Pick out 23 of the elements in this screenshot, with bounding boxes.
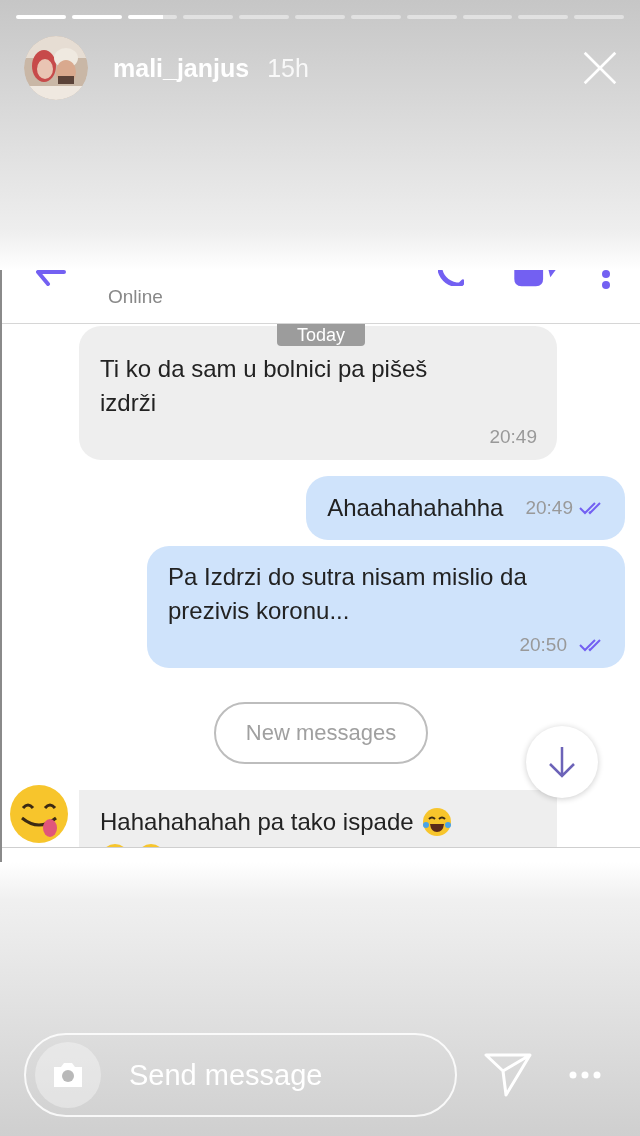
message-time: 20:50 (519, 634, 567, 656)
message-text: Ahaahahahahha (327, 493, 504, 523)
smiling-face-icon (9, 784, 69, 844)
message-time: 20:49 (489, 426, 537, 448)
down-arrow-icon (547, 746, 577, 778)
more-icon (602, 270, 610, 290)
close-icon[interactable] (582, 50, 618, 86)
back-arrow-icon (36, 270, 66, 286)
message-text: Hahahahahah pa tako ispade (100, 807, 414, 837)
send-icon[interactable] (484, 1053, 532, 1097)
date-label: Today (277, 324, 365, 346)
message-text: Ti ko da sam u bolnici pa pišeš izdrži (100, 355, 428, 416)
video-camera-icon (512, 270, 558, 288)
contact-status: Online (108, 286, 163, 308)
camera-button[interactable] (35, 1042, 101, 1108)
scroll-down-button[interactable] (526, 726, 598, 798)
more-icon[interactable] (569, 1071, 601, 1079)
message-text: Pa Izdrzi do sutra nisam mislio da prezivis koronu... (168, 563, 527, 624)
laughing-face-icon (421, 807, 452, 837)
message-time: 20:49 (525, 497, 573, 519)
new-messages-label[interactable]: New messages (213, 702, 429, 764)
phone-icon (438, 270, 464, 286)
camera-icon (51, 1061, 85, 1089)
